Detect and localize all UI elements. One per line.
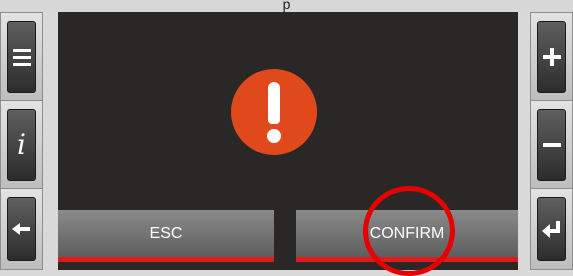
enter-icon [541, 221, 560, 238]
back-button-face [7, 197, 36, 261]
exclamation-bar [268, 82, 280, 124]
plus-button-face [537, 21, 566, 93]
info-button-face: i [7, 109, 36, 181]
minus-button-face [537, 109, 566, 181]
esc-softkey[interactable]: ESC [58, 210, 274, 262]
frame-caption: p [282, 0, 291, 12]
minus-button[interactable] [530, 100, 573, 190]
menu-button-face [7, 21, 36, 93]
menu-button[interactable] [0, 12, 43, 102]
plus-icon [542, 48, 561, 66]
plus-button[interactable] [530, 12, 573, 102]
highlight-ring [363, 186, 455, 276]
back-button[interactable] [0, 188, 43, 270]
info-button[interactable]: i [0, 100, 43, 190]
minus-icon [542, 143, 561, 147]
arrow-left-icon [11, 223, 30, 235]
exclamation-icon [231, 69, 317, 155]
esc-label: ESC [149, 224, 183, 242]
device-frame-top: p [0, 0, 573, 12]
enter-button[interactable] [530, 188, 573, 270]
info-icon: i [17, 128, 26, 161]
exclamation-dot [267, 129, 281, 143]
enter-button-face [537, 197, 566, 261]
hamburger-icon [12, 49, 31, 66]
